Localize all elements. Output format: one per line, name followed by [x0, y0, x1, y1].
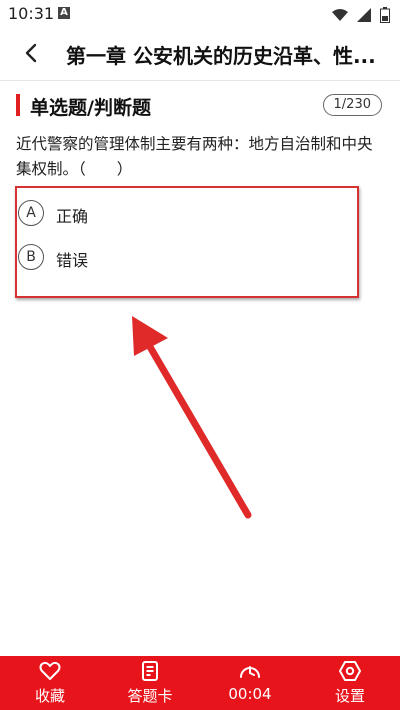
- tab-label: 收藏: [34, 687, 65, 705]
- tab-favorite[interactable]: 收藏: [0, 656, 100, 710]
- timer-label: 00:04: [228, 685, 272, 703]
- heart-icon: [39, 661, 61, 680]
- annotation-arrow: [132, 316, 252, 519]
- tab-timer[interactable]: 00:04: [200, 656, 300, 710]
- settings-icon: [339, 661, 361, 681]
- tab-settings[interactable]: 设置: [300, 656, 400, 710]
- bottom-nav: 收藏 答题卡 00:04 设置: [0, 656, 400, 710]
- tab-answer-sheet[interactable]: 答题卡: [100, 656, 200, 710]
- tab-label: 答题卡: [127, 687, 173, 705]
- timer-icon: [240, 666, 260, 678]
- answer-sheet-icon: [142, 661, 158, 681]
- tab-label: 设置: [334, 687, 365, 705]
